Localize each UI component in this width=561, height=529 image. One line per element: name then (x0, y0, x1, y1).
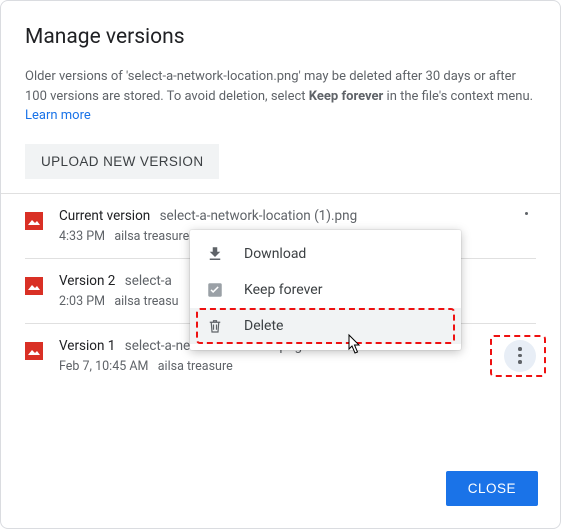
image-file-icon (25, 342, 43, 360)
dialog-description: Older versions of 'select-a-network-loca… (25, 67, 536, 126)
menu-item-keep-forever[interactable]: Keep forever (190, 272, 461, 308)
more-options-indicator[interactable] (525, 212, 528, 215)
version-label: Current version (59, 208, 150, 224)
close-button[interactable]: CLOSE (446, 471, 538, 506)
version-filename: select-a (125, 273, 172, 289)
version-author: ailsa treasure (114, 229, 189, 244)
version-filename: select-a-network-location (1).png (160, 208, 358, 224)
menu-item-label: Keep forever (244, 282, 322, 298)
desc-text-post: in the file's context menu. (383, 89, 533, 104)
menu-item-delete[interactable]: Delete (190, 308, 461, 344)
menu-item-download[interactable]: Download (190, 236, 461, 272)
checkbox-checked-icon (206, 281, 224, 299)
version-time: 4:33 PM (59, 229, 105, 244)
menu-item-label: Download (244, 246, 306, 262)
vertical-dots-icon (518, 347, 522, 364)
upload-new-version-button[interactable]: UPLOAD NEW VERSION (25, 144, 219, 179)
menu-item-label: Delete (244, 318, 283, 334)
learn-more-link[interactable]: Learn more (25, 108, 91, 123)
version-time: Feb 7, 10:45 AM (59, 359, 148, 374)
desc-bold: Keep forever (309, 89, 384, 104)
version-context-menu: Download Keep forever Delete (190, 230, 461, 350)
version-label: Version 2 (59, 273, 115, 289)
version-time: 2:03 PM (59, 294, 105, 309)
image-file-icon (25, 277, 43, 295)
dialog-title: Manage versions (25, 25, 536, 49)
version-author: ailsa treasure (158, 359, 233, 374)
version-label: Version 1 (59, 338, 115, 354)
trash-icon (206, 317, 224, 335)
image-file-icon (25, 212, 43, 230)
download-icon (206, 245, 224, 263)
more-options-button[interactable] (504, 340, 536, 372)
version-author: ailsa treasu (114, 294, 178, 309)
